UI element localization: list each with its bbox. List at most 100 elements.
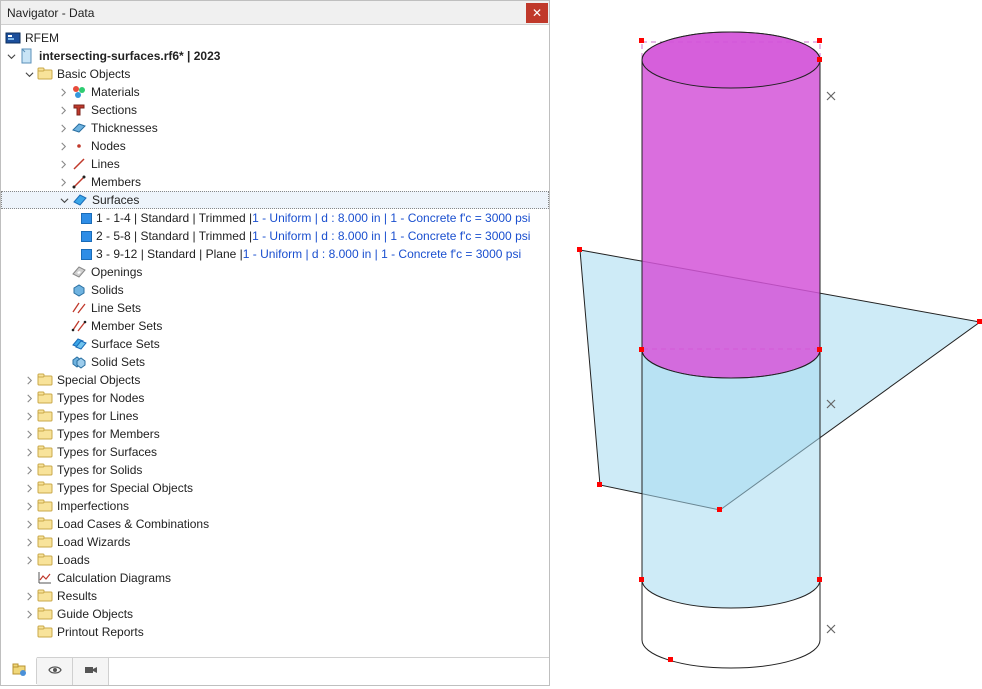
tree-surfaces[interactable]: Surfaces (1, 191, 549, 209)
load-wizards-label: Load Wizards (57, 535, 130, 549)
folder-icon (37, 462, 53, 478)
chevron-right-icon[interactable] (57, 122, 69, 134)
tree-load-cases-combinations[interactable]: Load Cases & Combinations (1, 515, 549, 533)
surface-2-link[interactable]: 1 - Uniform | d : 8.000 in | 1 - Concret… (252, 229, 530, 243)
calc-diagrams-label: Calculation Diagrams (57, 571, 171, 585)
close-button[interactable]: ✕ (526, 3, 548, 23)
results-label: Results (57, 589, 97, 603)
surface-1-link[interactable]: 1 - Uniform | d : 8.000 in | 1 - Concret… (252, 211, 530, 225)
tree-types-for-special-objects[interactable]: Types for Special Objects (1, 479, 549, 497)
tab-views[interactable] (73, 658, 109, 685)
tree-openings[interactable]: · Openings (1, 263, 549, 281)
tree-thicknesses[interactable]: Thicknesses (1, 119, 549, 137)
tree-types-for-surfaces[interactable]: Types for Surfaces (1, 443, 549, 461)
special-objects-label: Special Objects (57, 373, 140, 387)
chevron-right-icon[interactable] (23, 446, 35, 458)
surface-3-link[interactable]: 1 - Uniform | d : 8.000 in | 1 - Concret… (243, 247, 521, 261)
tab-data[interactable] (1, 657, 37, 684)
tree-types-for-lines[interactable]: Types for Lines (1, 407, 549, 425)
loads-label: Loads (57, 553, 90, 567)
tree-surface-3[interactable]: 3 - 9-12 | Standard | Plane | 1 - Unifor… (1, 245, 549, 263)
tree-file[interactable]: intersecting-surfaces.rf6* | 2023 (1, 47, 549, 65)
surfaces-label: Surfaces (92, 193, 139, 207)
chevron-right-icon[interactable] (23, 554, 35, 566)
chevron-right-icon[interactable] (23, 464, 35, 476)
chevron-right-icon[interactable] (23, 410, 35, 422)
types-for-special-objects-label: Types for Special Objects (57, 481, 193, 495)
chevron-right-icon[interactable] (23, 428, 35, 440)
chevron-down-icon[interactable] (23, 68, 35, 80)
tree-surface-2[interactable]: 2 - 5-8 | Standard | Trimmed | 1 - Unifo… (1, 227, 549, 245)
tree-members[interactable]: Members (1, 173, 549, 191)
member-sets-icon (71, 318, 87, 334)
calc-diagrams-icon (37, 570, 53, 586)
chevron-right-icon[interactable] (23, 392, 35, 404)
tree-solids[interactable]: · Solids (1, 281, 549, 299)
chevron-right-icon[interactable] (23, 608, 35, 620)
navigator-tree[interactable]: RFEM intersecting-surfaces.rf6* | 2023 B… (1, 25, 549, 657)
chevron-down-icon[interactable] (5, 50, 17, 62)
folder-icon (37, 588, 53, 604)
solid-sets-label: Solid Sets (91, 355, 145, 369)
folder-icon (37, 624, 53, 640)
materials-icon (71, 84, 87, 100)
tree-sections[interactable]: Sections (1, 101, 549, 119)
guide-objects-label: Guide Objects (57, 607, 133, 621)
rfem-icon (5, 30, 21, 46)
tree-printout-reports[interactable]: · Printout Reports (1, 623, 549, 641)
tree-surface-sets[interactable]: · Surface Sets (1, 335, 549, 353)
tree-guide-objects[interactable]: Guide Objects (1, 605, 549, 623)
tree-lines[interactable]: Lines (1, 155, 549, 173)
tree-materials[interactable]: Materials (1, 83, 549, 101)
tree-solid-sets[interactable]: · Solid Sets (1, 353, 549, 371)
tree-basic-objects[interactable]: Basic Objects (1, 65, 549, 83)
tree-member-sets[interactable]: · Member Sets (1, 317, 549, 335)
tree-nodes[interactable]: Nodes (1, 137, 549, 155)
surface-color-swatch (81, 249, 92, 260)
file-label: intersecting-surfaces.rf6* | 2023 (39, 49, 220, 63)
tree-special-objects[interactable]: Special Objects (1, 371, 549, 389)
tree-types-for-members[interactable]: Types for Members (1, 425, 549, 443)
data-tab-icon (11, 662, 27, 681)
thicknesses-label: Thicknesses (91, 121, 158, 135)
tree-root-rfem[interactable]: RFEM (1, 29, 549, 47)
tree-types-for-nodes[interactable]: Types for Nodes (1, 389, 549, 407)
model-viewport[interactable] (550, 0, 982, 686)
tree-surface-1[interactable]: 1 - 1-4 | Standard | Trimmed | 1 - Unifo… (1, 209, 549, 227)
sections-icon (71, 102, 87, 118)
tab-show[interactable] (37, 658, 73, 685)
tree-load-wizards[interactable]: Load Wizards (1, 533, 549, 551)
tree-calculation-diagrams[interactable]: · Calculation Diagrams (1, 569, 549, 587)
members-icon (71, 174, 87, 190)
chevron-right-icon[interactable] (23, 536, 35, 548)
tree-imperfections[interactable]: Imperfections (1, 497, 549, 515)
tree-line-sets[interactable]: · Line Sets (1, 299, 549, 317)
chevron-right-icon[interactable] (57, 86, 69, 98)
surfaces-icon (72, 192, 88, 208)
chevron-right-icon[interactable] (23, 500, 35, 512)
chevron-right-icon[interactable] (57, 140, 69, 152)
chevron-right-icon[interactable] (57, 176, 69, 188)
line-sets-icon (71, 300, 87, 316)
tree-results[interactable]: Results (1, 587, 549, 605)
solid-sets-icon (71, 354, 87, 370)
tree-loads[interactable]: Loads (1, 551, 549, 569)
solids-icon (71, 282, 87, 298)
chevron-right-icon[interactable] (23, 374, 35, 386)
surface-2-prefix: 2 - 5-8 | Standard | Trimmed | (96, 229, 252, 243)
sections-label: Sections (91, 103, 137, 117)
chevron-right-icon[interactable] (23, 482, 35, 494)
titlebar: Navigator - Data ✕ (1, 1, 549, 25)
lines-label: Lines (91, 157, 120, 171)
chevron-right-icon[interactable] (57, 104, 69, 116)
chevron-right-icon[interactable] (23, 590, 35, 602)
chevron-right-icon[interactable] (23, 518, 35, 530)
chevron-right-icon[interactable] (57, 158, 69, 170)
member-sets-label: Member Sets (91, 319, 162, 333)
chevron-down-icon[interactable] (58, 194, 70, 206)
tree-types-for-solids[interactable]: Types for Solids (1, 461, 549, 479)
surface-3-prefix: 3 - 9-12 | Standard | Plane | (96, 247, 243, 261)
surface-sets-label: Surface Sets (91, 337, 160, 351)
types-for-members-label: Types for Members (57, 427, 160, 441)
line-sets-label: Line Sets (91, 301, 141, 315)
